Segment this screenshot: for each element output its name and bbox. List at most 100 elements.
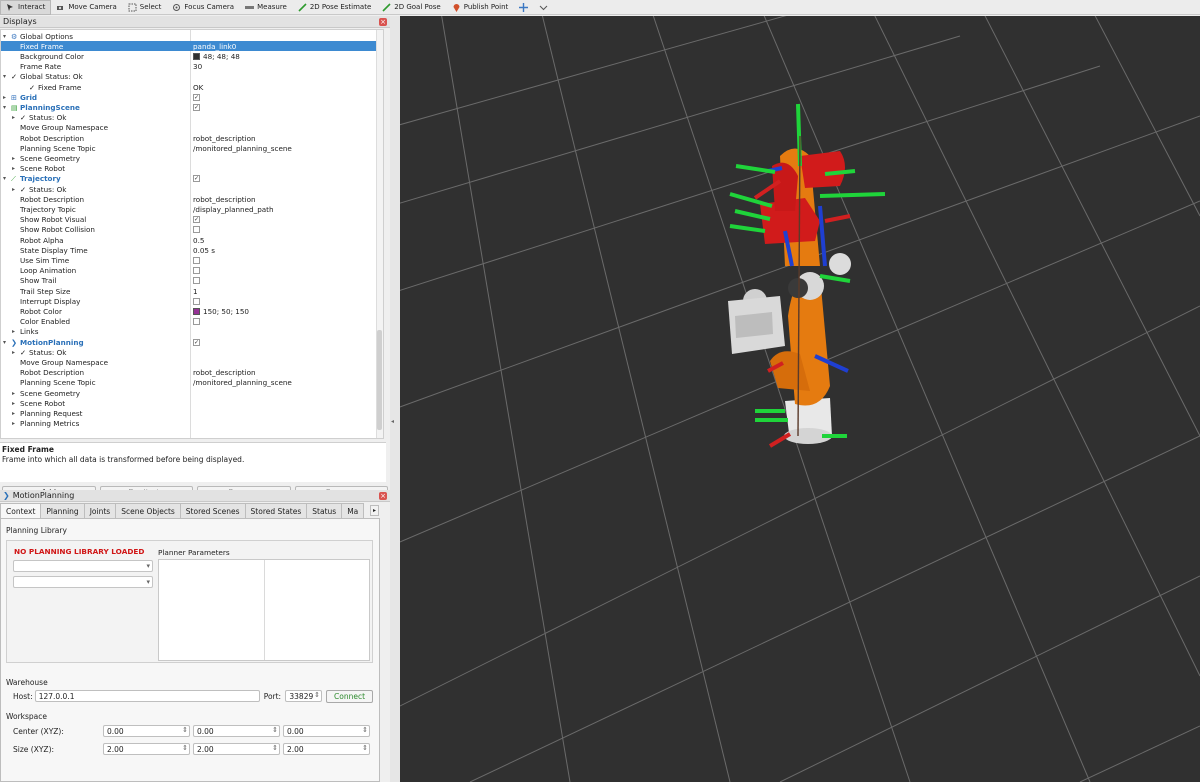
row-value[interactable]: 1 xyxy=(193,287,198,296)
tab-scroll-right-button[interactable]: ▸ xyxy=(370,505,379,516)
tool-select[interactable]: Select xyxy=(123,0,168,15)
collapsed-arrow-icon[interactable]: ▸ xyxy=(12,186,18,193)
tool-move-camera[interactable]: Move Camera xyxy=(51,0,122,15)
display-tree-row[interactable]: Planning Scene Topic/monitored_planning_… xyxy=(1,378,377,388)
tool-publish-point[interactable]: Publish Point xyxy=(447,0,515,15)
expand-arrow-icon[interactable]: ▾ xyxy=(3,33,9,40)
expand-arrow-icon[interactable]: ▾ xyxy=(3,73,9,80)
render-3d-viewport[interactable] xyxy=(400,16,1200,782)
display-tree-row[interactable]: Planning Scene Topic/monitored_planning_… xyxy=(1,143,377,153)
display-tree-row[interactable]: Fixed Frame panda_link0 xyxy=(1,41,377,52)
displays-tree[interactable]: ▾ ⚙ Global Options Fixed Frame panda_link0 Ba… xyxy=(0,29,384,439)
row-value[interactable] xyxy=(193,267,203,275)
center-z-spinbox[interactable]: 0.00 xyxy=(283,725,370,737)
tool-overflow-menu[interactable] xyxy=(534,0,554,15)
collapsed-arrow-icon[interactable]: ▸ xyxy=(12,114,18,121)
checkbox-checked[interactable]: ✓ xyxy=(193,175,200,183)
row-value[interactable]: 30 xyxy=(193,62,202,71)
tab-manipulation[interactable]: Ma xyxy=(341,503,365,518)
tool-2d-goal-pose[interactable]: 2D Goal Pose xyxy=(377,0,446,15)
row-value[interactable]: ✓ xyxy=(193,175,203,183)
panel-splitter[interactable]: ◂ xyxy=(390,16,400,782)
display-tree-row[interactable]: ▾ ⟋ Trajectory ✓ xyxy=(1,174,377,184)
planning-library-select[interactable] xyxy=(13,560,153,572)
display-tree-row[interactable]: Loop Animation xyxy=(1,266,377,276)
display-tree-row[interactable]: ▸ ✓ Status: Ok xyxy=(1,184,377,194)
row-value[interactable] xyxy=(193,256,203,264)
row-value[interactable]: ✓ xyxy=(193,103,203,111)
display-tree-row[interactable]: ▸ Planning Metrics xyxy=(1,419,377,429)
display-tree-row[interactable]: ▾ ▤ PlanningScene ✓ xyxy=(1,102,377,112)
display-tree-row[interactable]: ▾ ❯ MotionPlanning ✓ xyxy=(1,337,377,347)
close-icon[interactable]: × xyxy=(379,17,387,26)
expand-arrow-icon[interactable]: ▾ xyxy=(3,104,9,111)
row-value[interactable]: 48; 48; 48 xyxy=(193,52,240,61)
row-value[interactable]: panda_link0 xyxy=(193,42,236,51)
display-tree-row[interactable]: Robot Color 150; 50; 150 xyxy=(1,306,377,316)
display-tree-row[interactable]: Trail Step Size 1 xyxy=(1,286,377,296)
row-value[interactable]: 0.05 s xyxy=(193,246,215,255)
display-tree-row[interactable]: Robot Description robot_description xyxy=(1,194,377,204)
checkbox-unchecked[interactable] xyxy=(193,256,200,264)
display-tree-row[interactable]: Robot Description robot_description xyxy=(1,133,377,143)
row-value[interactable]: robot_description xyxy=(193,134,256,143)
row-value[interactable] xyxy=(193,226,203,234)
color-swatch[interactable] xyxy=(193,307,200,315)
checkbox-unchecked[interactable] xyxy=(193,297,200,305)
checkbox-unchecked[interactable] xyxy=(193,267,200,275)
display-tree-row[interactable]: Frame Rate 30 xyxy=(1,62,377,72)
collapsed-arrow-icon[interactable]: ▸ xyxy=(12,328,18,335)
checkbox-unchecked[interactable] xyxy=(193,277,200,285)
display-tree-row[interactable]: ✓ Fixed Frame OK xyxy=(1,82,377,92)
row-value[interactable]: ✓ xyxy=(193,93,203,101)
display-tree-row[interactable]: ▸ ✓ Status: Ok xyxy=(1,347,377,357)
color-swatch[interactable] xyxy=(193,52,200,60)
checkbox-checked[interactable]: ✓ xyxy=(193,93,200,101)
display-tree-row[interactable]: Robot Description robot_description xyxy=(1,368,377,378)
display-tree-row[interactable]: ▸ ✓ Status: Ok xyxy=(1,113,377,123)
display-tree-row[interactable]: State Display Time 0.05 s xyxy=(1,245,377,255)
display-tree-row[interactable]: Show Robot Collision xyxy=(1,225,377,235)
close-icon[interactable]: × xyxy=(379,491,387,500)
display-tree-row[interactable]: Move Group Namespace xyxy=(1,123,377,133)
row-value[interactable]: /monitored_planning_scene xyxy=(193,378,292,387)
center-y-spinbox[interactable]: 0.00 xyxy=(193,725,280,737)
tool-add-plus[interactable] xyxy=(514,0,534,15)
display-tree-row[interactable]: Interrupt Display xyxy=(1,296,377,306)
planner-parameters-table[interactable] xyxy=(158,559,370,661)
scene-canvas[interactable] xyxy=(400,16,1200,782)
display-tree-row[interactable]: ▸ Links xyxy=(1,327,377,337)
checkbox-unchecked[interactable] xyxy=(193,318,200,326)
row-value[interactable] xyxy=(193,297,203,305)
display-tree-row[interactable]: ▸ Scene Robot xyxy=(1,164,377,174)
expand-arrow-icon[interactable]: ▾ xyxy=(3,175,9,182)
tab-planning[interactable]: Planning xyxy=(40,503,85,518)
tab-stored-states[interactable]: Stored States xyxy=(244,503,308,518)
row-value[interactable]: /monitored_planning_scene xyxy=(193,144,292,153)
row-value[interactable]: /display_planned_path xyxy=(193,205,274,214)
display-tree-row[interactable]: ▸ Scene Geometry xyxy=(1,153,377,163)
tool-2d-pose-estimate[interactable]: 2D Pose Estimate xyxy=(293,0,377,15)
tab-joints[interactable]: Joints xyxy=(83,503,117,518)
size-y-spinbox[interactable]: 2.00 xyxy=(193,743,280,755)
display-tree-row[interactable]: Robot Alpha 0.5 xyxy=(1,235,377,245)
center-x-spinbox[interactable]: 0.00 xyxy=(103,725,190,737)
display-tree-row[interactable]: Show Robot Visual ✓ xyxy=(1,215,377,225)
tab-stored-scenes[interactable]: Stored Scenes xyxy=(179,503,246,518)
collapsed-arrow-icon[interactable]: ▸ xyxy=(12,165,18,172)
size-x-spinbox[interactable]: 2.00 xyxy=(103,743,190,755)
tool-focus-camera[interactable]: Focus Camera xyxy=(167,0,240,15)
expand-arrow-icon[interactable]: ▾ xyxy=(3,339,9,346)
display-tree-row[interactable]: ▾ ⚙ Global Options xyxy=(1,31,377,41)
row-value[interactable]: ✓ xyxy=(193,216,203,224)
tool-interact[interactable]: Interact xyxy=(0,0,52,15)
row-value[interactable]: robot_description xyxy=(193,368,256,377)
display-tree-row[interactable]: ▸ Planning Request xyxy=(1,408,377,418)
checkbox-checked[interactable]: ✓ xyxy=(193,216,200,224)
planner-select[interactable] xyxy=(13,576,153,588)
display-tree-row[interactable]: ▸ Scene Geometry xyxy=(1,388,377,398)
scroll-thumb[interactable] xyxy=(377,330,382,430)
collapsed-arrow-icon[interactable]: ▸ xyxy=(12,155,18,162)
checkbox-checked[interactable]: ✓ xyxy=(193,103,200,111)
display-tree-row[interactable]: Background Color 48; 48; 48 xyxy=(1,51,377,61)
